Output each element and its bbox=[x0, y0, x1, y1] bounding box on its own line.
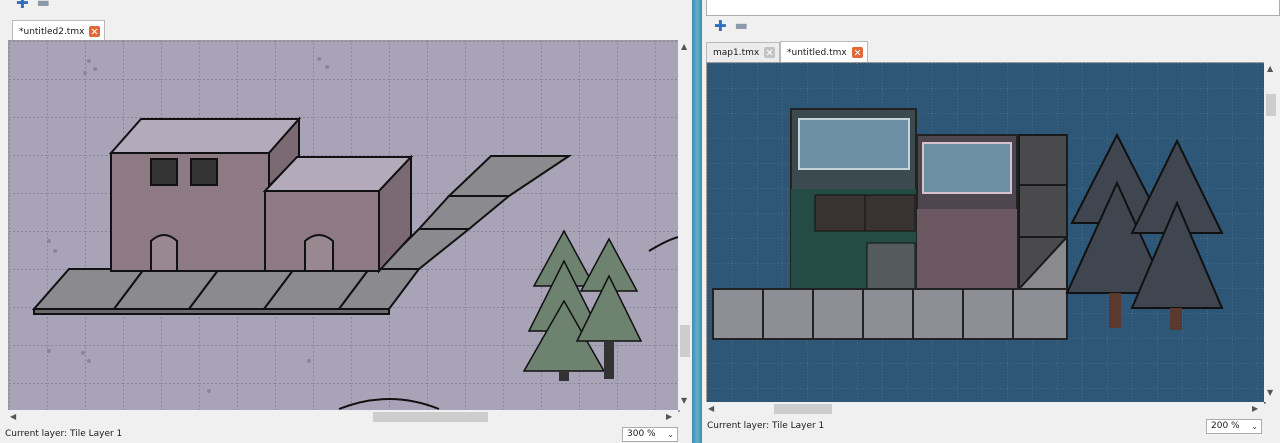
layer-toolbar: ✚ ▬ bbox=[714, 19, 748, 34]
tab-bar: map1.tmx *untitled.tmx bbox=[702, 40, 1280, 63]
scroll-thumb[interactable] bbox=[680, 325, 690, 357]
close-icon[interactable] bbox=[764, 47, 776, 58]
vertical-scrollbar[interactable]: ▲ ▼ bbox=[1264, 62, 1278, 402]
scroll-thumb[interactable] bbox=[774, 404, 832, 414]
add-icon[interactable]: ✚ bbox=[714, 19, 727, 34]
tab-label: *untitled2.tmx bbox=[19, 26, 85, 37]
zoom-select[interactable]: 200 % ⌄ bbox=[1206, 419, 1262, 434]
tileset-building-green bbox=[790, 108, 917, 290]
zoom-select[interactable]: 300 % ⌄ bbox=[622, 427, 678, 442]
pane-splitter[interactable] bbox=[692, 0, 702, 443]
zoom-value: 300 % bbox=[627, 429, 656, 439]
left-editor-pane: ✚ ▬ *untitled2.tmx ▲ ▼ ◀ ▶ Current layer… bbox=[0, 0, 692, 443]
tab-untitled2[interactable]: *untitled2.tmx bbox=[12, 20, 106, 42]
close-icon[interactable] bbox=[89, 26, 101, 37]
chevron-down-icon: ⌄ bbox=[667, 430, 674, 439]
tab-label: *untitled.tmx bbox=[787, 47, 847, 58]
vertical-scrollbar[interactable]: ▲ ▼ bbox=[678, 40, 692, 410]
tileset-floor-row bbox=[712, 288, 1068, 340]
tab-untitled[interactable]: *untitled.tmx bbox=[780, 41, 868, 63]
remove-icon[interactable]: ▬ bbox=[37, 0, 50, 10]
scroll-thumb[interactable] bbox=[373, 412, 488, 422]
tileset-building-pink bbox=[916, 134, 1018, 290]
chevron-down-icon: ⌄ bbox=[1251, 422, 1258, 431]
remove-icon[interactable]: ▬ bbox=[735, 19, 748, 33]
map-drawing bbox=[9, 41, 679, 411]
close-icon[interactable] bbox=[851, 47, 863, 58]
zoom-value: 200 % bbox=[1211, 421, 1240, 431]
house-right bbox=[262, 154, 414, 274]
horizontal-scrollbar[interactable]: ◀ ▶ bbox=[706, 402, 1264, 416]
layer-toolbar: ✚ ▬ bbox=[16, 0, 50, 11]
scroll-thumb[interactable] bbox=[1266, 94, 1276, 116]
tab-bar: *untitled2.tmx bbox=[0, 19, 692, 42]
tab-map1[interactable]: map1.tmx bbox=[706, 42, 781, 62]
properties-panel bbox=[706, 0, 1280, 16]
map-drawing bbox=[707, 63, 1265, 403]
right-editor-pane: ✚ ▬ map1.tmx *untitled.tmx ▲ ▼ ◀ ▶ Curre… bbox=[702, 0, 1280, 443]
status-bar: Current layer: Tile Layer 1 200 % ⌄ bbox=[702, 418, 1280, 436]
status-bar: Current layer: Tile Layer 1 300 % ⌄ bbox=[0, 426, 692, 443]
tileset-dark-tiles bbox=[1016, 134, 1068, 290]
current-layer-label: Current layer: Tile Layer 1 bbox=[5, 429, 123, 439]
map-canvas[interactable] bbox=[8, 40, 680, 412]
current-layer-label: Current layer: Tile Layer 1 bbox=[707, 421, 825, 431]
add-icon[interactable]: ✚ bbox=[16, 0, 29, 11]
map-canvas[interactable] bbox=[706, 62, 1266, 404]
horizontal-scrollbar[interactable]: ◀ ▶ bbox=[8, 410, 678, 424]
tab-label: map1.tmx bbox=[713, 47, 760, 58]
